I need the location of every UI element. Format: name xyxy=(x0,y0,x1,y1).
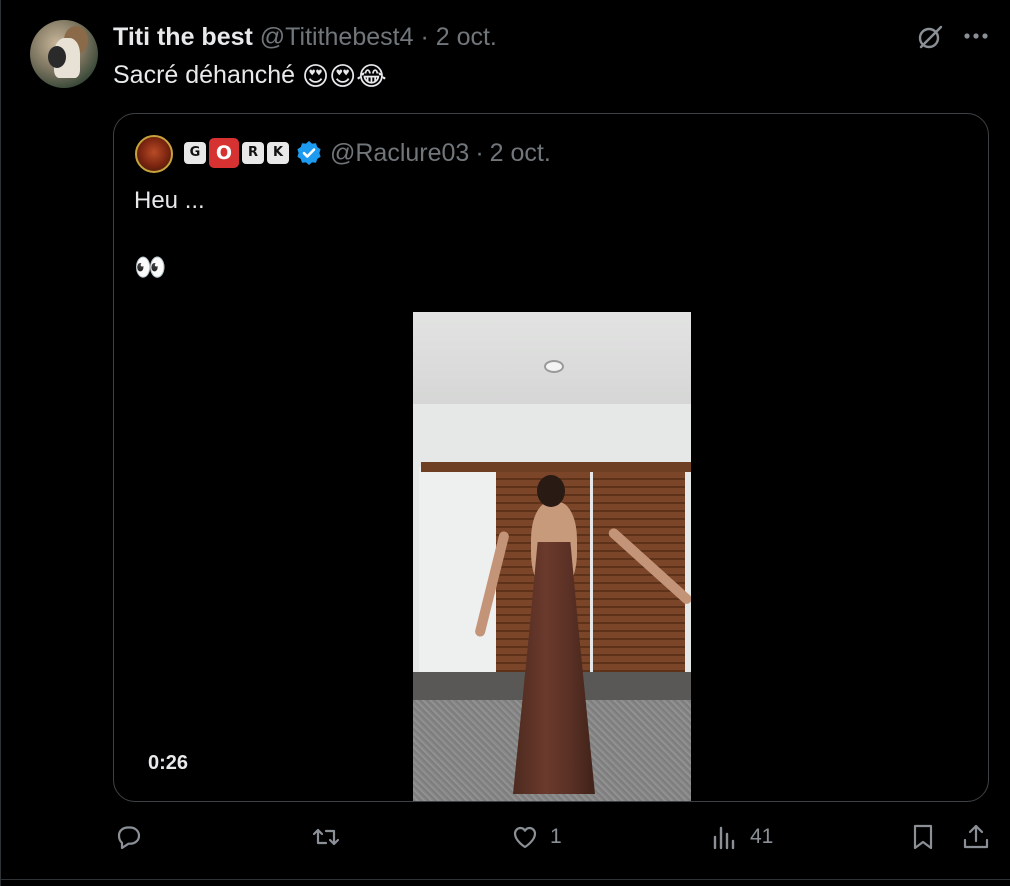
video-duration: 0:26 xyxy=(148,752,189,774)
quoted-author-handle[interactable]: @Raclure03 xyxy=(330,138,469,168)
quoted-tweet-eyes-emoji: 👀 xyxy=(134,252,167,282)
video-player[interactable] xyxy=(413,312,691,801)
author-handle[interactable]: @Titithebest4 xyxy=(260,23,414,51)
like-count: 1 xyxy=(550,825,562,848)
verified-badge-icon xyxy=(297,141,321,165)
grok-icon[interactable] xyxy=(917,24,943,50)
header-separator: · xyxy=(420,23,429,51)
views-count: 41 xyxy=(750,825,774,848)
views-chart-icon xyxy=(713,826,735,850)
name-letter-k: K xyxy=(267,142,289,164)
share-icon xyxy=(963,824,989,849)
left-border xyxy=(0,0,1,886)
name-letter-r: R xyxy=(242,142,264,164)
views-button[interactable]: 41 xyxy=(710,822,773,852)
tweet-date[interactable]: 2 oct. xyxy=(436,23,497,51)
quoted-tweet-date[interactable]: 2 oct. xyxy=(490,138,551,168)
more-options-icon[interactable] xyxy=(961,26,991,46)
retweet-icon xyxy=(312,828,340,846)
quoted-tweet-card[interactable]: G O R K @Raclure03 · 2 oct. Heu ... 👀 0:… xyxy=(113,113,989,802)
retweet-button[interactable] xyxy=(311,822,351,852)
name-letter-g: G xyxy=(184,142,206,164)
heart-icon xyxy=(513,826,537,849)
name-letter-o: O xyxy=(209,138,239,168)
author-name[interactable]: Titi the best xyxy=(113,23,253,51)
like-button[interactable]: 1 xyxy=(510,822,562,852)
tweet-header: Titi the best @Titithebest4 · 2 oct. xyxy=(113,22,497,52)
reply-button[interactable] xyxy=(114,822,154,852)
tweet-text-body: Sacré déhanché xyxy=(113,61,296,89)
share-button[interactable] xyxy=(961,822,991,852)
bottom-divider xyxy=(0,879,1010,880)
action-bar: 1 41 xyxy=(0,822,1010,864)
tweet-emojis: 😍😍😂 xyxy=(302,61,387,92)
author-avatar[interactable] xyxy=(30,20,98,88)
quoted-tweet-text: Heu ... xyxy=(134,187,205,214)
bookmark-icon xyxy=(913,824,933,850)
quoted-author-avatar[interactable] xyxy=(135,135,173,173)
bookmark-button[interactable] xyxy=(908,822,938,852)
quoted-header-separator: · xyxy=(475,139,484,167)
quoted-tweet-header: G O R K @Raclure03 · 2 oct. xyxy=(184,138,551,168)
reply-icon xyxy=(117,826,141,850)
tweet-text: Sacré déhanché 😍😍😂 xyxy=(113,60,387,91)
